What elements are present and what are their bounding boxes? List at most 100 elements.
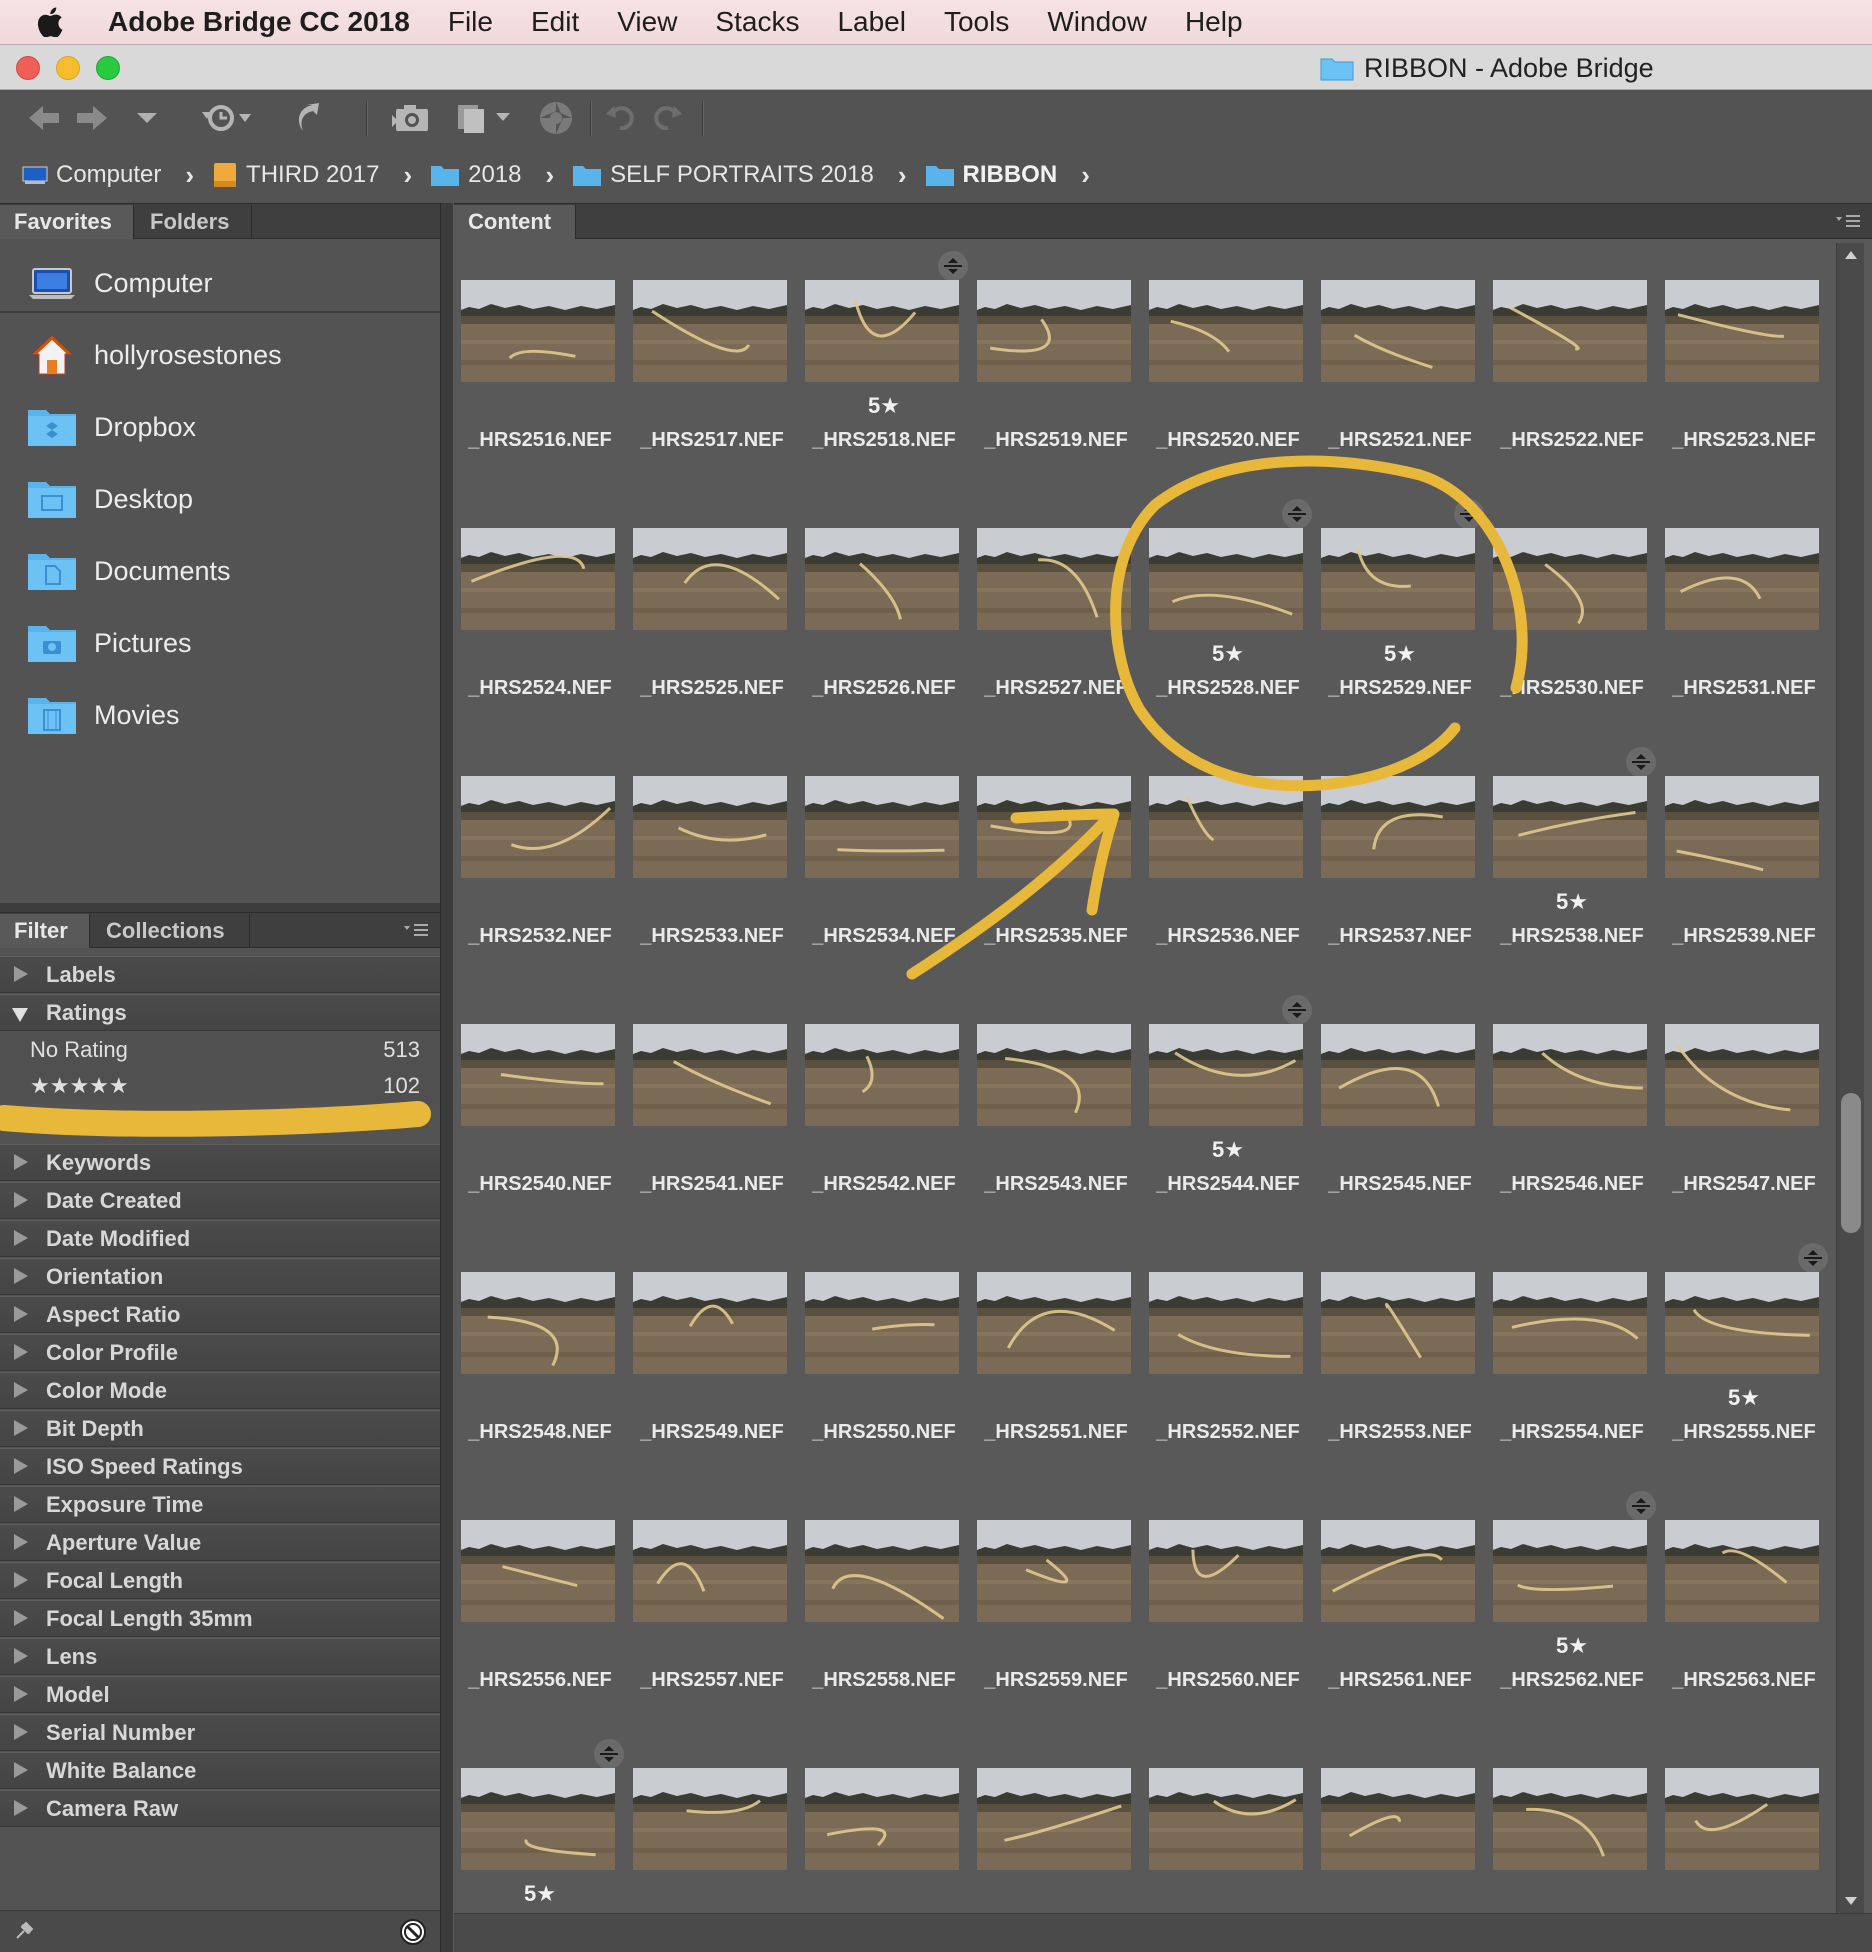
thumbnail-item[interactable]	[1486, 1731, 1658, 1913]
favorite-dropbox[interactable]: Dropbox	[0, 391, 440, 463]
zoom-window-button[interactable]	[96, 56, 120, 80]
photo-thumbnail[interactable]	[977, 1520, 1131, 1622]
photo-thumbnail[interactable]	[1493, 1520, 1647, 1622]
thumbnail-item[interactable]	[798, 1731, 970, 1913]
panel-splitter-vertical[interactable]	[440, 203, 454, 1952]
photo-thumbnail[interactable]	[1493, 280, 1647, 382]
photo-thumbnail[interactable]	[977, 1768, 1131, 1870]
thumbnail-item[interactable]: _HRS2541.NEF	[626, 987, 798, 1235]
scroll-down-icon[interactable]	[1843, 1895, 1859, 1907]
favorite-documents[interactable]: Documents	[0, 535, 440, 607]
filter-section-labels[interactable]: Labels	[0, 956, 440, 993]
photo-thumbnail[interactable]	[1321, 1024, 1475, 1126]
photo-thumbnail[interactable]	[805, 1520, 959, 1622]
stack-collapse-icon[interactable]	[1798, 1243, 1828, 1273]
thumbnail-item[interactable]: _HRS2550.NEF	[798, 1235, 970, 1483]
photo-thumbnail[interactable]	[461, 776, 615, 878]
thumbnail-item[interactable]	[970, 1731, 1142, 1913]
photo-thumbnail[interactable]	[461, 1768, 615, 1870]
rotate-left-button[interactable]	[602, 94, 638, 142]
favorite-home[interactable]: hollyrosestones	[0, 319, 440, 391]
thumbnail-item[interactable]: 5★ _HRS2518.NEF	[798, 243, 970, 491]
stack-collapse-icon[interactable]	[594, 1739, 624, 1769]
forward-button[interactable]	[72, 94, 112, 142]
photo-thumbnail[interactable]	[1493, 1024, 1647, 1126]
thumbnail-item[interactable]: _HRS2530.NEF	[1486, 491, 1658, 739]
menu-stacks[interactable]: Stacks	[715, 6, 799, 38]
photo-thumbnail[interactable]	[633, 1520, 787, 1622]
filter-section-aspect-ratio[interactable]: Aspect Ratio	[0, 1296, 440, 1333]
thumbnail-item[interactable]: _HRS2524.NEF	[454, 491, 626, 739]
stack-collapse-icon[interactable]	[938, 251, 968, 281]
tab-favorites[interactable]: Favorites	[0, 205, 134, 239]
photo-thumbnail[interactable]	[805, 1272, 959, 1374]
thumbnail-item[interactable]: _HRS2559.NEF	[970, 1483, 1142, 1731]
menu-app-name[interactable]: Adobe Bridge CC 2018	[108, 6, 410, 38]
filter-section-color-profile[interactable]: Color Profile	[0, 1334, 440, 1371]
filter-section-model[interactable]: Model	[0, 1676, 440, 1713]
panel-menu-icon[interactable]	[402, 921, 430, 944]
photo-thumbnail[interactable]	[977, 528, 1131, 630]
thumbnail-item[interactable]: _HRS2548.NEF	[454, 1235, 626, 1483]
content-scrollbar[interactable]	[1836, 243, 1864, 1913]
photo-thumbnail[interactable]	[977, 1272, 1131, 1374]
photo-thumbnail[interactable]	[805, 280, 959, 382]
photo-thumbnail[interactable]	[1149, 1024, 1303, 1126]
thumbnail-item[interactable]: _HRS2519.NEF	[970, 243, 1142, 491]
thumbnail-item[interactable]: 5★	[454, 1731, 626, 1913]
photo-thumbnail[interactable]	[1665, 1024, 1819, 1126]
thumbnail-item[interactable]: 5★ _HRS2544.NEF	[1142, 987, 1314, 1235]
breadcrumb-third-2017[interactable]: THIRD 2017	[212, 161, 379, 189]
thumbnail-item[interactable]: _HRS2534.NEF	[798, 739, 970, 987]
photo-thumbnail[interactable]	[977, 1024, 1131, 1126]
thumbnail-item[interactable]: 5★ _HRS2529.NEF	[1314, 491, 1486, 739]
minimize-window-button[interactable]	[56, 56, 80, 80]
thumbnail-item[interactable]: _HRS2540.NEF	[454, 987, 626, 1235]
photo-thumbnail[interactable]	[1149, 280, 1303, 382]
stack-collapse-icon[interactable]	[1282, 995, 1312, 1025]
thumbnail-item[interactable]: 5★ _HRS2562.NEF	[1486, 1483, 1658, 1731]
breadcrumb-self-portraits-2018[interactable]: SELF PORTRAITS 2018	[572, 161, 874, 189]
favorite-movies[interactable]: Movies	[0, 679, 440, 751]
photo-thumbnail[interactable]	[1321, 280, 1475, 382]
thumbnail-item[interactable]: _HRS2522.NEF	[1486, 243, 1658, 491]
go-to-parent-button[interactable]	[196, 94, 258, 142]
thumbnail-item[interactable]: _HRS2563.NEF	[1658, 1483, 1830, 1731]
thumbnail-item[interactable]: _HRS2557.NEF	[626, 1483, 798, 1731]
filter-section-keywords[interactable]: Keywords	[0, 1144, 440, 1181]
menu-edit[interactable]: Edit	[531, 6, 579, 38]
menu-file[interactable]: File	[448, 6, 493, 38]
thumbnail-item[interactable]: _HRS2560.NEF	[1142, 1483, 1314, 1731]
thumbnail-item[interactable]	[1142, 1731, 1314, 1913]
filter-section-serial-number[interactable]: Serial Number	[0, 1714, 440, 1751]
thumbnail-item[interactable]: _HRS2549.NEF	[626, 1235, 798, 1483]
photo-thumbnail[interactable]	[461, 1520, 615, 1622]
refine-button[interactable]	[452, 94, 514, 142]
thumbnail-item[interactable]: 5★ _HRS2528.NEF	[1142, 491, 1314, 739]
breadcrumb-ribbon[interactable]: RIBBON	[925, 161, 1057, 189]
photo-thumbnail[interactable]	[805, 528, 959, 630]
filter-rating-no-rating[interactable]: No Rating 513	[0, 1032, 440, 1068]
filter-section-focal-length-35mm[interactable]: Focal Length 35mm	[0, 1600, 440, 1637]
photo-thumbnail[interactable]	[977, 280, 1131, 382]
filter-rating-five-stars[interactable]: ★★★★★ 102	[0, 1068, 440, 1104]
photo-thumbnail[interactable]	[1493, 776, 1647, 878]
thumbnail-item[interactable]: 5★ _HRS2555.NEF	[1658, 1235, 1830, 1483]
photo-thumbnail[interactable]	[805, 776, 959, 878]
menu-tools[interactable]: Tools	[944, 6, 1009, 38]
menu-view[interactable]: View	[617, 6, 677, 38]
photo-thumbnail[interactable]	[1149, 1520, 1303, 1622]
thumbnail-item[interactable]: _HRS2547.NEF	[1658, 987, 1830, 1235]
clear-filter-icon[interactable]	[398, 1917, 428, 1947]
photo-thumbnail[interactable]	[1665, 1768, 1819, 1870]
return-to-photoshop-button[interactable]	[286, 94, 326, 142]
thumbnail-item[interactable]: _HRS2542.NEF	[798, 987, 970, 1235]
thumbnail-item[interactable]: _HRS2553.NEF	[1314, 1235, 1486, 1483]
scrollbar-thumb[interactable]	[1841, 1093, 1861, 1233]
thumbnail-item[interactable]: _HRS2554.NEF	[1486, 1235, 1658, 1483]
photo-thumbnail[interactable]	[1149, 1768, 1303, 1870]
open-in-camera-raw-button[interactable]	[534, 94, 578, 142]
thumbnail-item[interactable]: _HRS2546.NEF	[1486, 987, 1658, 1235]
photo-thumbnail[interactable]	[1665, 776, 1819, 878]
photo-thumbnail[interactable]	[1321, 1768, 1475, 1870]
